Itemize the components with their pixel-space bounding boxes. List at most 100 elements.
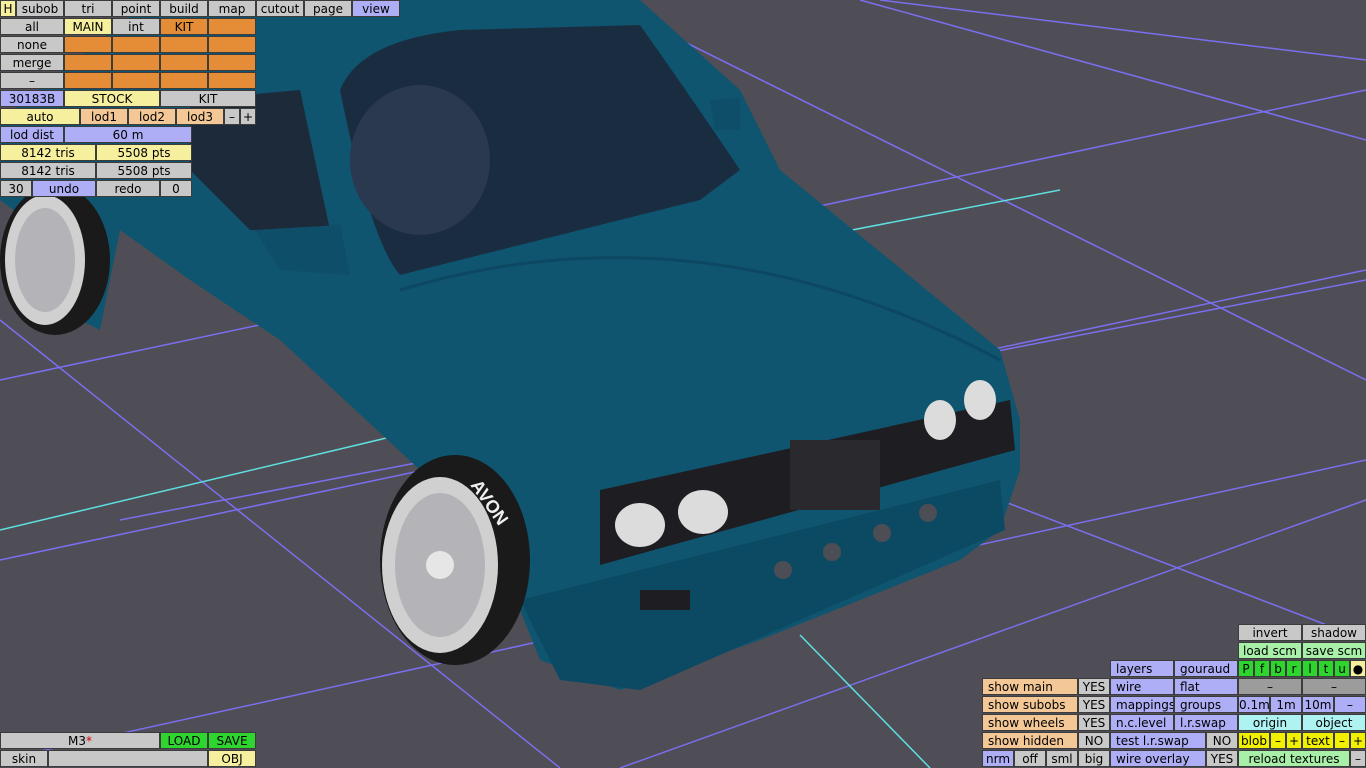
select-none-button[interactable]: none (0, 36, 64, 53)
load-scm-button[interactable]: load scm (1238, 642, 1302, 659)
model-name[interactable]: M3* (0, 732, 160, 749)
select-all-button[interactable]: all (0, 18, 64, 35)
show-main-label[interactable]: show main (982, 678, 1078, 695)
show-subobs-toggle[interactable]: YES (1078, 696, 1110, 713)
undo-button[interactable]: undo (32, 180, 96, 197)
flag-u[interactable]: u (1334, 660, 1350, 677)
grid-01m-button[interactable]: 0.1m (1238, 696, 1270, 713)
normals-big-button[interactable]: big (1078, 750, 1110, 767)
flag-dot[interactable]: ● (1350, 660, 1366, 677)
blob-button[interactable]: blob (1238, 732, 1270, 749)
invert-button[interactable]: invert (1238, 624, 1302, 641)
skin-button[interactable]: skin (0, 750, 48, 767)
dash-button[interactable]: – (0, 72, 64, 89)
text-minus-button[interactable]: – (1334, 732, 1350, 749)
tab-point[interactable]: point (112, 0, 160, 17)
dash-button[interactable]: – (1350, 750, 1366, 767)
layer-int-button[interactable]: int (112, 18, 160, 35)
obj-button[interactable]: OBJ (208, 750, 256, 767)
show-wheels-toggle[interactable]: YES (1078, 714, 1110, 731)
layers-button[interactable]: layers (1110, 660, 1174, 677)
merge-button[interactable]: merge (0, 54, 64, 71)
kit-button[interactable]: KIT (160, 90, 256, 107)
reload-textures-button[interactable]: reload textures (1238, 750, 1350, 767)
layer-slot[interactable] (64, 36, 112, 53)
flag-r[interactable]: r (1286, 660, 1302, 677)
layer-slot[interactable] (160, 72, 208, 89)
redo-button[interactable]: redo (96, 180, 160, 197)
save-scm-button[interactable]: save scm (1302, 642, 1366, 659)
redo-count: 0 (160, 180, 192, 197)
grid-10m-button[interactable]: 10m (1302, 696, 1334, 713)
groups-button[interactable]: groups (1174, 696, 1238, 713)
stock-button[interactable]: STOCK (64, 90, 160, 107)
show-hidden-label[interactable]: show hidden (982, 732, 1078, 749)
origin-button[interactable]: origin (1238, 714, 1302, 731)
lod2-button[interactable]: lod2 (128, 108, 176, 125)
tab-build[interactable]: build (160, 0, 208, 17)
lod3-button[interactable]: lod3 (176, 108, 224, 125)
lod-plus-button[interactable]: + (240, 108, 256, 125)
layer-kit-button[interactable]: KIT (160, 18, 208, 35)
layer-slot[interactable] (64, 54, 112, 71)
lod-auto-button[interactable]: auto (0, 108, 80, 125)
lod1-button[interactable]: lod1 (80, 108, 128, 125)
load-button[interactable]: LOAD (160, 732, 208, 749)
tab-cutout[interactable]: cutout (256, 0, 304, 17)
wire-button[interactable]: wire (1110, 678, 1174, 695)
normals-nrm-button[interactable]: nrm (982, 750, 1014, 767)
tab-map[interactable]: map (208, 0, 256, 17)
layer-slot[interactable] (208, 54, 256, 71)
layer-slot[interactable] (112, 54, 160, 71)
layer-main-button[interactable]: MAIN (64, 18, 112, 35)
normals-off-button[interactable]: off (1014, 750, 1046, 767)
shadow-button[interactable]: shadow (1302, 624, 1366, 641)
wire-overlay-button[interactable]: wire overlay (1110, 750, 1206, 767)
flag-t[interactable]: t (1318, 660, 1334, 677)
wire-overlay-toggle[interactable]: YES (1206, 750, 1238, 767)
layer-slot[interactable] (112, 36, 160, 53)
dash-button[interactable]: – (1238, 678, 1302, 695)
blob-plus-button[interactable]: + (1286, 732, 1302, 749)
test-lr-swap-toggle[interactable]: NO (1206, 732, 1238, 749)
test-lr-swap-button[interactable]: test l.r.swap (1110, 732, 1206, 749)
save-button[interactable]: SAVE (208, 732, 256, 749)
flag-b[interactable]: b (1270, 660, 1286, 677)
layer-slot[interactable] (208, 72, 256, 89)
tab-view[interactable]: view (352, 0, 400, 17)
text-button[interactable]: text (1302, 732, 1334, 749)
version-id[interactable]: 30183B (0, 90, 64, 107)
dash-button[interactable]: – (1302, 678, 1366, 695)
layer-slot[interactable] (112, 72, 160, 89)
grid-1m-button[interactable]: 1m (1270, 696, 1302, 713)
flag-f[interactable]: f (1254, 660, 1270, 677)
normals-sml-button[interactable]: sml (1046, 750, 1078, 767)
grid-minus-button[interactable]: – (1334, 696, 1366, 713)
gouraud-button[interactable]: gouraud (1174, 660, 1238, 677)
lr-swap-button[interactable]: l.r.swap (1174, 714, 1238, 731)
show-hidden-toggle[interactable]: NO (1078, 732, 1110, 749)
show-main-toggle[interactable]: YES (1078, 678, 1110, 695)
lod-dist-value[interactable]: 60 m (64, 126, 192, 143)
flat-button[interactable]: flat (1174, 678, 1238, 695)
layer-slot[interactable] (208, 36, 256, 53)
layer-slot[interactable] (160, 36, 208, 53)
flag-l[interactable]: l (1302, 660, 1318, 677)
tab-subob[interactable]: subob (16, 0, 64, 17)
show-subobs-label[interactable]: show subobs (982, 696, 1078, 713)
show-wheels-label[interactable]: show wheels (982, 714, 1078, 731)
mappings-button[interactable]: mappings (1110, 696, 1174, 713)
tab-tri[interactable]: tri (64, 0, 112, 17)
nc-level-button[interactable]: n.c.level (1110, 714, 1174, 731)
tab-page[interactable]: page (304, 0, 352, 17)
skin-field[interactable] (48, 750, 208, 767)
blob-minus-button[interactable]: – (1270, 732, 1286, 749)
object-button[interactable]: object (1302, 714, 1366, 731)
layer-slot[interactable] (64, 72, 112, 89)
layer-slot[interactable] (160, 54, 208, 71)
tab-h[interactable]: H (0, 0, 16, 17)
flag-p[interactable]: P (1238, 660, 1254, 677)
layer-slot[interactable] (208, 18, 256, 35)
lod-minus-button[interactable]: – (224, 108, 240, 125)
text-plus-button[interactable]: + (1350, 732, 1366, 749)
